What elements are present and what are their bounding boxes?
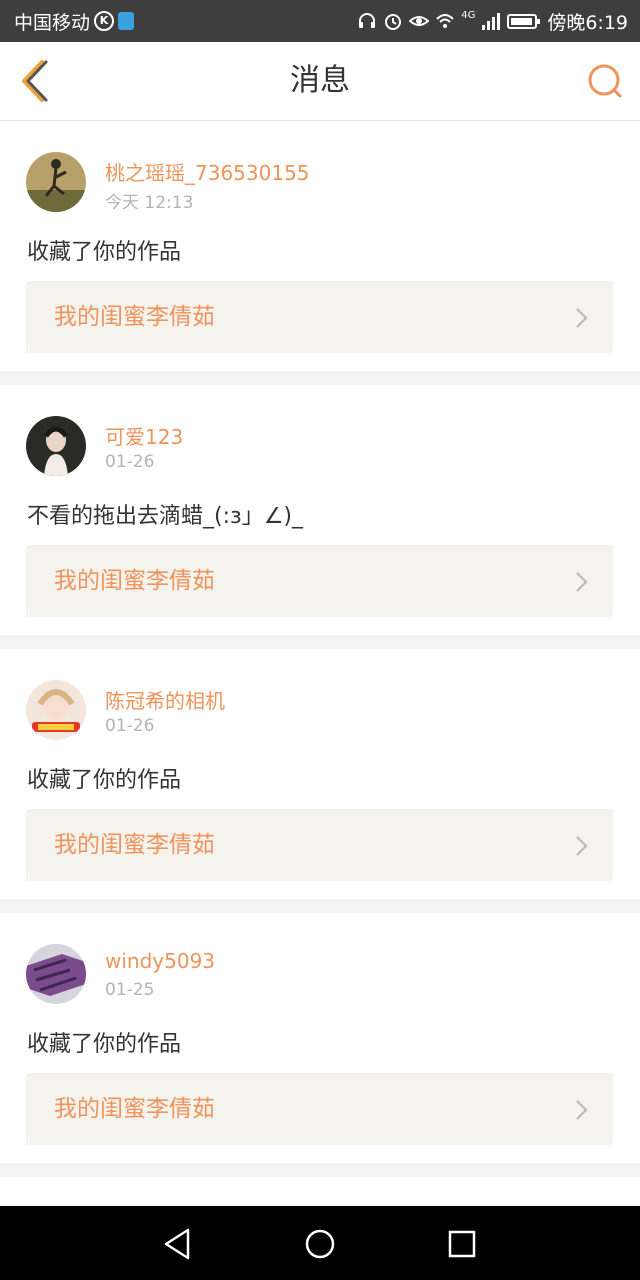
work-title: 我的闺蜜李倩茹 — [54, 568, 215, 594]
work-title: 我的闺蜜李倩茹 — [54, 304, 215, 330]
recents-square-icon[interactable] — [442, 1224, 482, 1264]
message-text: 不看的拖出去滴蜡_(:з」∠)_ — [27, 504, 303, 529]
message-card: 陈冠希的相机 01-26 收藏了你的作品 我的闺蜜李倩茹 — [0, 649, 640, 899]
carrier-label: 中国移动 — [14, 11, 91, 34]
k-badge-icon: K — [94, 11, 115, 31]
avatar-image — [26, 416, 86, 476]
avatar[interactable] — [26, 152, 86, 212]
avatar[interactable] — [26, 416, 86, 476]
page-title: 消息 — [290, 63, 350, 98]
shield-icon — [118, 12, 135, 30]
clock-label: 傍晚6:19 — [547, 11, 628, 34]
work-title: 我的闺蜜李倩茹 — [54, 832, 215, 858]
status-bar: 中国移动 K 4G 傍晚6:19 — [0, 0, 640, 42]
work-title: 我的闺蜜李倩茹 — [54, 1096, 215, 1122]
battery-icon — [507, 14, 541, 29]
timestamp: 01-25 — [105, 980, 155, 1000]
username[interactable]: 桃之瑶瑶_736530155 — [105, 157, 310, 186]
back-triangle-icon[interactable] — [158, 1224, 198, 1264]
message-card: 桃之瑶瑶_736530155 今天 12:13 收藏了你的作品 我的闺蜜李倩茹 — [0, 121, 640, 371]
wifi-icon — [436, 14, 454, 28]
network-type-label: 4G — [461, 10, 476, 21]
headset-icon — [359, 13, 376, 28]
username[interactable]: 可爱123 — [105, 421, 183, 450]
chevron-right-icon — [576, 308, 588, 328]
alarm-icon — [385, 14, 402, 30]
status-bar-right: 4G 傍晚6:19 — [357, 0, 628, 42]
avatar[interactable] — [26, 680, 86, 740]
avatar-image — [26, 680, 86, 740]
message-list: 桃之瑶瑶_736530155 今天 12:13 收藏了你的作品 我的闺蜜李倩茹 … — [0, 121, 640, 1219]
message-card: 可爱123 01-26 不看的拖出去滴蜡_(:з」∠)_ 我的闺蜜李倩茹 — [0, 385, 640, 635]
timestamp: 01-26 — [105, 716, 155, 736]
system-nav-bar — [0, 1206, 640, 1280]
home-circle-icon[interactable] — [300, 1224, 340, 1264]
message-text: 收藏了你的作品 — [27, 768, 182, 793]
avatar-image — [26, 944, 86, 1004]
username[interactable]: 陈冠希的相机 — [105, 685, 225, 714]
search-icon[interactable] — [586, 62, 624, 100]
avatar-image — [26, 152, 86, 212]
chevron-right-icon — [576, 572, 588, 592]
work-link[interactable]: 我的闺蜜李倩茹 — [26, 545, 613, 617]
signal-icon — [482, 13, 501, 30]
username[interactable]: windy5093 — [105, 949, 215, 973]
chevron-right-icon — [576, 836, 588, 856]
message-card-partial — [0, 1177, 640, 1205]
avatar[interactable] — [26, 944, 86, 1004]
message-card: windy5093 01-25 收藏了你的作品 我的闺蜜李倩茹 — [0, 913, 640, 1163]
timestamp: 01-26 — [105, 452, 155, 472]
header-bar: 消息 — [0, 42, 640, 121]
message-text: 收藏了你的作品 — [27, 1032, 182, 1057]
eye-icon — [409, 16, 430, 26]
work-link[interactable]: 我的闺蜜李倩茹 — [26, 281, 613, 353]
status-bar-left: 中国移动 K — [14, 0, 135, 42]
timestamp: 今天 12:13 — [105, 193, 194, 213]
work-link[interactable]: 我的闺蜜李倩茹 — [26, 809, 613, 881]
chevron-right-icon — [576, 1100, 588, 1120]
work-link[interactable]: 我的闺蜜李倩茹 — [26, 1073, 613, 1145]
message-text: 收藏了你的作品 — [27, 240, 182, 265]
